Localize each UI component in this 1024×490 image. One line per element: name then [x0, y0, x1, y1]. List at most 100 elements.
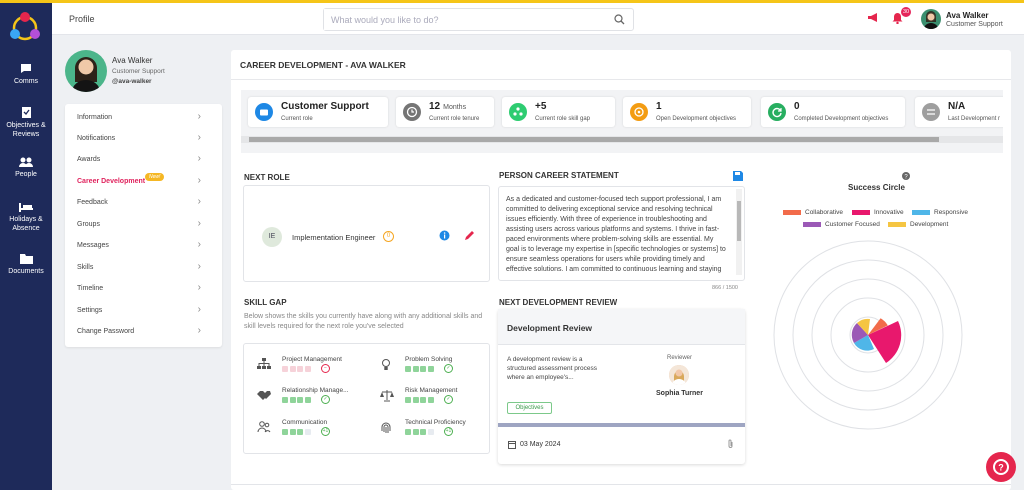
menu-item-groups[interactable]: Groups ›: [65, 213, 222, 234]
development-review-card[interactable]: Development Review A development review …: [498, 309, 745, 464]
profile-menu: Information › Notifications › Awards › Care…: [65, 104, 222, 347]
career-statement-box[interactable]: As a dedicated and customer-focused tech…: [498, 186, 745, 281]
skill-level-dots: [282, 397, 311, 403]
attachment-icon[interactable]: [727, 439, 734, 449]
profile-avatar: [65, 50, 107, 92]
character-count: 866 / 1500: [712, 285, 738, 291]
legend-label: Responsive: [934, 209, 968, 216]
chevron-right-icon: ›: [197, 196, 201, 207]
menu-item-notifications[interactable]: Notifications ›: [65, 127, 222, 148]
next-review-heading: NEXT DEVELOPMENT REVIEW: [499, 298, 618, 307]
menu-item-information[interactable]: Information ›: [65, 106, 222, 127]
megaphone-icon[interactable]: [867, 12, 879, 23]
skill-status-check-icon: ✓: [444, 395, 453, 404]
role-initials-avatar: IE: [262, 227, 282, 247]
help-circle-icon[interactable]: ?: [902, 172, 910, 180]
skill-level-dots: [282, 429, 311, 435]
menu-item-label: Awards: [77, 156, 101, 163]
card-label: Completed Development objectives: [794, 116, 889, 122]
review-card-header: Development Review: [498, 309, 745, 345]
success-circle-title: Success Circle: [848, 183, 905, 192]
chevron-right-icon: ›: [197, 261, 201, 272]
menu-item-label: Timeline: [77, 285, 104, 292]
card-label: Current role: [281, 116, 313, 122]
cards-scrollbar[interactable]: [241, 136, 1003, 143]
card-value: Customer Support: [281, 101, 369, 112]
skill-status-minus-icon: −: [321, 364, 330, 373]
review-title: Development Review: [507, 323, 593, 333]
career-statement-text[interactable]: As a dedicated and customer-focused tech…: [506, 195, 728, 275]
menu-item-label: Career Development: [77, 178, 146, 185]
card-label: Current role skill gap: [535, 116, 591, 122]
divider: [231, 484, 1011, 485]
statement-scrollbar[interactable]: [736, 189, 742, 275]
search-input[interactable]: [324, 9, 594, 30]
nav-documents[interactable]: Documents: [0, 253, 52, 276]
bed-icon: [19, 203, 33, 212]
menu-item-settings[interactable]: Settings ›: [65, 299, 222, 320]
skill-name: Risk Management: [405, 387, 458, 394]
menu-item-label: Information: [77, 114, 113, 121]
chat-icon: [21, 64, 31, 73]
skill-item: Problem Solving ✓: [380, 356, 490, 384]
swap-icon: [922, 103, 940, 121]
card-role-tenure: 12 Months Current role tenure: [396, 97, 494, 127]
app-logo-icon[interactable]: [8, 11, 42, 45]
menu-item-career-development[interactable]: Career Development New! ›: [65, 170, 222, 191]
menu-item-skills[interactable]: Skills ›: [65, 256, 222, 277]
scrollbar-thumb[interactable]: [737, 201, 741, 241]
clock-icon: [403, 103, 421, 121]
new-badge: New!: [145, 173, 165, 181]
menu-item-awards[interactable]: Awards ›: [65, 148, 222, 169]
save-icon[interactable]: [733, 171, 743, 181]
skill-status-plus-badge: +1: [444, 427, 453, 436]
review-date: 03 May 2024: [520, 441, 561, 448]
chevron-right-icon: ›: [197, 239, 201, 250]
menu-item-feedback[interactable]: Feedback ›: [65, 191, 222, 212]
skill-gap-heading: SKILL GAP: [244, 298, 287, 307]
review-description: A development review is a structured ass…: [507, 356, 597, 381]
skill-gap-box: Project Management − Problem Solving ✓ R…: [243, 343, 490, 454]
card-value: 0: [794, 101, 800, 112]
nav-comms[interactable]: Comms: [0, 63, 52, 86]
skill-level-dots: [405, 397, 434, 403]
success-circle-chart: [773, 240, 963, 430]
skill-item: Project Management −: [257, 356, 367, 384]
menu-item-change-password[interactable]: Change Password ›: [65, 320, 222, 341]
skill-level-dots: [405, 366, 434, 372]
menu-item-label: Skills: [77, 264, 94, 271]
menu-item-label: Groups: [77, 221, 100, 228]
objectives-button[interactable]: Objectives: [507, 402, 552, 414]
edit-icon[interactable]: [464, 230, 475, 241]
skill-item: Relationship Manage... ✓: [257, 387, 367, 415]
career-statement-heading: PERSON CAREER STATEMENT: [499, 171, 619, 180]
nav-people[interactable]: People: [0, 157, 52, 179]
review-progress-bar: [498, 423, 745, 427]
menu-item-label: Settings: [77, 307, 103, 314]
menu-item-timeline[interactable]: Timeline ›: [65, 277, 222, 298]
legend-label: Customer Focused: [825, 221, 880, 228]
info-icon[interactable]: [439, 230, 450, 241]
search-icon[interactable]: [614, 14, 625, 25]
notification-count-badge: 30: [901, 7, 912, 17]
nav-holidays[interactable]: Holidays & Absence: [0, 203, 52, 233]
card-value: 12: [429, 101, 441, 112]
skill-status-check-icon: ✓: [444, 364, 453, 373]
legend-label: Innovative: [874, 209, 904, 216]
help-button[interactable]: ?: [986, 452, 1016, 482]
card-value: 1: [656, 101, 662, 112]
menu-item-label: Feedback: [77, 199, 108, 206]
reviewer-name: Sophia Turner: [656, 390, 703, 397]
chevron-right-icon: ›: [197, 218, 201, 229]
card-last-review: N/A Last Development r: [915, 97, 1003, 127]
menu-item-messages[interactable]: Messages ›: [65, 234, 222, 255]
help-icon: ?: [993, 459, 1009, 475]
user-name[interactable]: Ava Walker: [946, 11, 989, 20]
skill-item: Communication +1: [257, 419, 367, 447]
scrollbar-thumb[interactable]: [249, 137, 939, 142]
career-development-panel: CAREER DEVELOPMENT - AVA WALKER Customer…: [231, 50, 1011, 490]
nav-objectives[interactable]: Objectives & Reviews: [0, 106, 52, 139]
people-icon: [19, 157, 33, 167]
panel-header: CAREER DEVELOPMENT - AVA WALKER: [231, 50, 1011, 80]
user-avatar[interactable]: [921, 9, 941, 29]
